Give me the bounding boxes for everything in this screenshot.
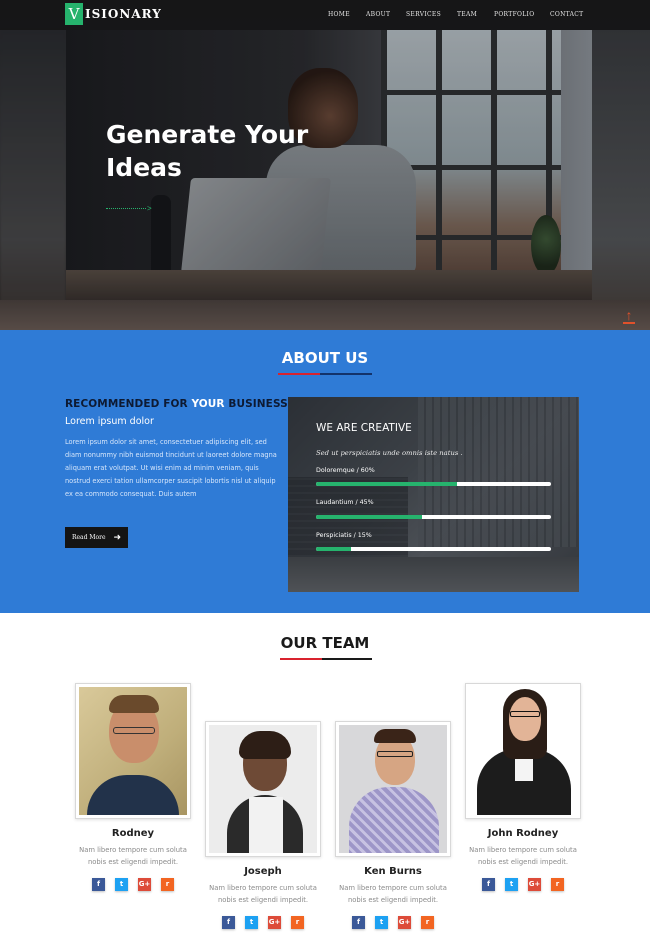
member-name: Joseph — [244, 866, 282, 877]
member-photo — [339, 725, 447, 853]
chevron-right-icon: > — [147, 204, 152, 213]
hero-title-line2: Ideas — [106, 153, 182, 182]
top-navbar: V ISIONARY HOME ABOUT SERVICES TEAM PORT… — [0, 0, 650, 30]
hero-title-line1: Generate Your — [106, 120, 309, 149]
arrow-right-icon: ➜ — [113, 532, 122, 543]
nav-link-portfolio[interactable]: PORTFOLIO — [494, 11, 534, 18]
member-description: Nam libero tempore cum soluta nobis est e… — [339, 884, 447, 904]
member-social-links: f t G+ r — [75, 878, 191, 891]
rss-icon[interactable]: r — [161, 878, 174, 891]
member-photo — [469, 687, 577, 815]
twitter-icon[interactable]: t — [505, 878, 518, 891]
nav-link-team[interactable]: TEAM — [457, 11, 477, 18]
facebook-icon[interactable]: f — [352, 916, 365, 929]
creative-subtitle: Sed ut perspiciatis unde omnis iste natu… — [316, 449, 463, 457]
google-plus-icon[interactable]: G+ — [138, 878, 151, 891]
rss-icon[interactable]: r — [291, 916, 304, 929]
skill-bar — [316, 515, 551, 519]
member-name: Ken Burns — [364, 866, 422, 877]
team-member-card: Rodney Nam libero tempore cum soluta nobi… — [75, 683, 191, 891]
member-photo-frame — [205, 721, 321, 857]
member-photo-frame — [335, 721, 451, 857]
nav-links: HOME ABOUT SERVICES TEAM PORTFOLIO CONTA… — [0, 11, 650, 21]
member-name: Rodney — [111, 828, 155, 839]
google-plus-icon[interactable]: G+ — [528, 878, 541, 891]
nav-link-home[interactable]: HOME — [328, 11, 350, 18]
member-social-links: f t G+ r — [205, 916, 321, 929]
member-photo — [79, 687, 187, 815]
team-member-card: Joseph Nam libero tempore cum soluta nobi… — [205, 721, 321, 929]
team-title: OUR TEAM — [280, 634, 370, 652]
skill-label: Perspiciatis / 15% — [316, 532, 372, 539]
nav-link-contact[interactable]: CONTACT — [550, 11, 583, 18]
rss-icon[interactable]: r — [551, 878, 564, 891]
creative-panel: WE ARE CREATIVE Sed ut perspiciatis unde… — [288, 397, 579, 592]
member-description: Nam libero tempore cum soluta nobis est e… — [209, 884, 317, 904]
about-section: ABOUT US RECOMMENDED FOR YOUR BUSINESS L… — [0, 330, 650, 613]
skill-fill — [316, 547, 352, 551]
arrow-up-icon[interactable]: ↑ — [622, 308, 636, 324]
about-subtitle: Lorem ipsum dolor — [65, 416, 154, 427]
creative-title: WE ARE CREATIVE — [316, 422, 412, 434]
hero-more-arrow[interactable]: > — [106, 204, 152, 213]
google-plus-icon[interactable]: G+ — [268, 916, 281, 929]
about-title-underline — [278, 373, 372, 375]
read-more-button[interactable]: Read More ➜ — [65, 527, 128, 548]
twitter-icon[interactable]: t — [375, 916, 388, 929]
about-body-text: Lorem ipsum dolor sit amet, consectetuer… — [65, 438, 277, 498]
nav-link-about[interactable]: ABOUT — [366, 11, 390, 18]
facebook-icon[interactable]: f — [92, 878, 105, 891]
member-description: Nam libero tempore cum soluta nobis est e… — [79, 846, 187, 866]
skill-bar — [316, 482, 551, 486]
member-name: John Rodney — [487, 828, 559, 839]
nav-link-services[interactable]: SERVICES — [406, 11, 441, 18]
twitter-icon[interactable]: t — [245, 916, 258, 929]
about-title: ABOUT US — [281, 349, 369, 367]
rss-icon[interactable]: r — [421, 916, 434, 929]
skill-label: Doloremque / 60% — [316, 467, 375, 474]
member-social-links: f t G+ r — [335, 916, 451, 929]
skill-fill — [316, 482, 457, 486]
member-social-links: f t G+ r — [465, 878, 581, 891]
member-photo — [209, 725, 317, 853]
about-headline: RECOMMENDED FOR YOUR BUSINESS — [65, 398, 288, 410]
team-member-card: John Rodney Nam libero tempore cum solut… — [465, 683, 581, 891]
team-member-card: Ken Burns Nam libero tempore cum soluta n… — [335, 721, 451, 929]
hero-title: Generate Your Ideas — [106, 118, 366, 184]
skill-label: Laudantium / 45% — [316, 499, 374, 506]
member-photo-frame — [465, 683, 581, 819]
skill-fill — [316, 515, 422, 519]
team-title-underline — [280, 658, 372, 660]
member-description: Nam libero tempore cum soluta nobis est e… — [469, 846, 577, 866]
twitter-icon[interactable]: t — [115, 878, 128, 891]
hero-section: Generate Your Ideas > ↑ — [0, 0, 650, 330]
facebook-icon[interactable]: f — [482, 878, 495, 891]
skill-bar — [316, 547, 551, 551]
facebook-icon[interactable]: f — [222, 916, 235, 929]
member-photo-frame — [75, 683, 191, 819]
read-more-label: Read More — [71, 534, 106, 541]
google-plus-icon[interactable]: G+ — [398, 916, 411, 929]
dotted-line — [106, 207, 146, 210]
